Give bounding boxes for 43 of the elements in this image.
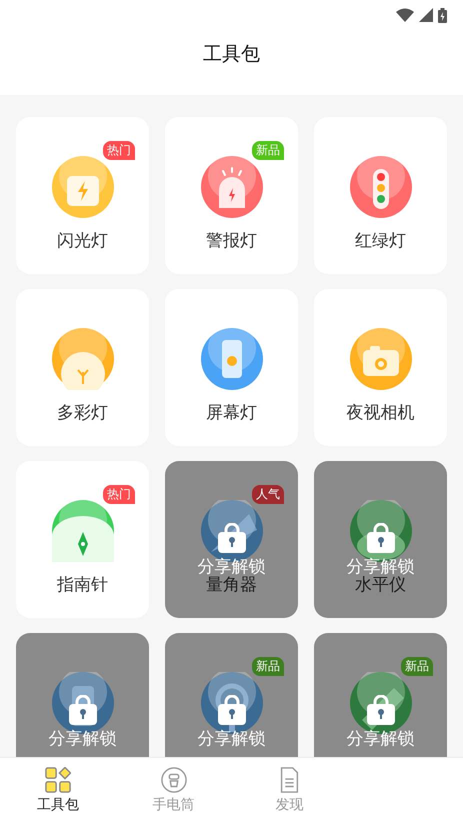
tag-badge: 新品 <box>252 657 284 676</box>
tool-name: 警报灯 <box>206 230 257 252</box>
signal-icon <box>419 8 433 22</box>
lock-icon <box>366 695 396 725</box>
tool-name: 水平仪 <box>355 574 406 596</box>
tool-card[interactable]: 新品 警报灯 <box>165 117 298 274</box>
unlock-label: 分享解锁 <box>196 728 266 750</box>
tool-name: 量角器 <box>206 574 257 596</box>
tool-card[interactable]: 屏幕灯 <box>165 289 298 446</box>
page-title: 工具包 <box>202 42 261 67</box>
lock-icon <box>366 523 396 553</box>
unlock-label: 分享解锁 <box>346 728 416 750</box>
battery-icon <box>438 8 447 22</box>
tool-card[interactable]: 水平仪 分享解锁 <box>314 461 447 618</box>
tool-card[interactable]: 多彩灯 <box>16 289 149 446</box>
tool-name: 闪光灯 <box>57 230 108 252</box>
lock-icon <box>217 523 247 553</box>
tag-badge: 热门 <box>103 141 135 160</box>
unlock-label: 分享解锁 <box>346 556 416 577</box>
tool-card[interactable]: 热门 指南针 <box>16 461 149 618</box>
tab-item[interactable]: 工具包 <box>0 758 116 823</box>
tool-name: 指南针 <box>57 574 108 596</box>
wifi-icon <box>396 8 414 22</box>
unlock-label: 分享解锁 <box>196 556 266 577</box>
tool-name: 夜视相机 <box>346 402 414 424</box>
tag-badge: 热门 <box>103 485 135 504</box>
tag-badge: 新品 <box>252 141 284 160</box>
unlock-label: 分享解锁 <box>48 728 118 750</box>
tag-badge: 人气 <box>252 485 284 504</box>
flashlight-icon <box>160 767 187 793</box>
lock-icon <box>217 695 247 725</box>
grid-icon <box>44 767 71 793</box>
tag-badge: 新品 <box>401 657 433 676</box>
tool-card[interactable]: 新品 分享解锁 <box>314 633 447 757</box>
tool-card[interactable]: 红绿灯 <box>314 117 447 274</box>
tool-name: 屏幕灯 <box>206 402 257 424</box>
tool-card[interactable]: 热门 闪光灯 <box>16 117 149 274</box>
tool-name: 红绿灯 <box>355 230 406 252</box>
tool-name: 多彩灯 <box>57 402 108 424</box>
tool-card[interactable]: 夜视相机 <box>314 289 447 446</box>
tool-card[interactable]: 新品 分享解锁 <box>165 633 298 757</box>
lock-icon <box>68 695 98 725</box>
tool-card[interactable]: 人气 量角器 分享解锁 <box>165 461 298 618</box>
